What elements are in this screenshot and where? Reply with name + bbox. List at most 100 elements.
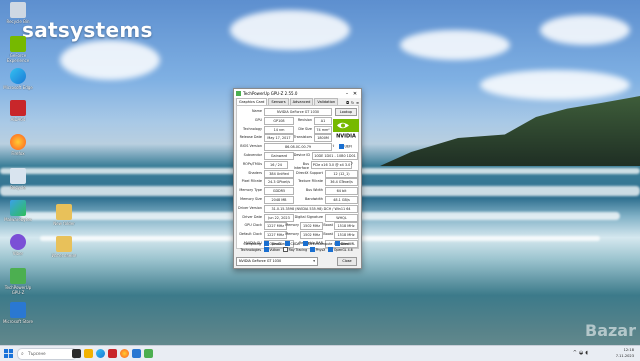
help-icon[interactable]: ? [351,162,353,166]
checkbox-icon [264,247,270,252]
desktop-icon-firefox[interactable]: Firefox [2,134,34,156]
field-label: GPU [254,117,262,122]
field-label: Pixel Fillrate [241,179,262,184]
tab-graphics-card[interactable]: Graphics Card [236,98,268,105]
default-boost-clock-value: 1518 MHz [334,231,358,240]
field-label: Transistors [293,135,312,140]
firefox-icon [10,134,26,150]
technologies-label: Technologies [240,247,261,252]
row-driver-version: Driver Version 31.0.15.3598 (NVIDIA 535.… [237,204,358,214]
search-icon: ⌕ [21,351,24,357]
row-driver-date: Driver Date Jun 22, 2023 Digital Signatu… [237,213,358,223]
close-icon[interactable]: ✕ [351,91,359,97]
nvidia-icon [10,36,26,52]
gpu-value: GP108 [264,116,294,125]
memory-type-value: GDDR5 [264,187,294,196]
desktop-icon-label: TechPowerUp GPU-Z [4,285,32,295]
driver-version-value: 31.0.15.3598 (NVIDIA 535.98) DCH / Win11… [264,204,358,213]
tab-sensors[interactable]: Sensors [268,98,289,105]
tab-advanced[interactable]: Advanced [289,98,314,105]
desktop-icon-gpuz[interactable]: TechPowerUp GPU-Z [2,268,34,295]
field-label: Driver Date [242,214,262,219]
field-label: GPU Clock [244,223,262,228]
share-icon[interactable]: ⇪ [332,144,335,148]
physx-checkbox: PhysX [310,247,325,252]
tab-validation[interactable]: Validation [314,98,339,105]
desktop-icon-app[interactable]: Recycle [2,168,34,190]
memory-size-value: 2048 MB [264,196,294,204]
field-label: Memory [285,232,299,237]
recycle-bin-icon [10,2,26,18]
minimize-icon[interactable]: – [343,91,351,97]
uefi-label: UEFI [344,144,353,149]
vulkan-label: Vulkan [269,247,281,252]
file-explorer-icon[interactable] [84,349,93,358]
firefox-icon[interactable] [120,349,129,358]
opencl-checkbox: OpenCL [264,241,282,246]
desktop-icon-edge[interactable]: Microsoft Edge [2,68,34,90]
desktop-icon-store[interactable]: Microsoft Store [2,302,34,324]
field-label: Device ID [293,153,310,157]
aida64-icon[interactable] [108,349,117,358]
clock[interactable]: 12:18 7.11.2023 [616,347,634,359]
field-label: Bus Interface [293,161,309,170]
device-id-value: 10DE 1D01 - 10B0 1D01 [312,152,358,160]
windows-start-icon[interactable] [4,349,13,358]
field-label: Technology [243,126,262,131]
pixel-fillrate-value: 24.3 GPixel/s [264,178,294,187]
taskbar-search[interactable]: ⌕ Търсене [17,348,77,360]
field-label: Texture Fillrate [298,179,323,184]
taskbar: ⌕ Търсене ^◒◖ 12:18 7.11.2023 [0,345,640,361]
gpu-select[interactable]: NVIDIA GeForce GT 1030 ▾ [236,257,318,266]
bus-width-value: 64 bit [325,187,358,196]
edge-icon[interactable] [96,349,105,358]
field-label: Boost [323,223,333,228]
desktop-icon-geforce[interactable]: GeForce Experience [2,36,34,63]
close-button[interactable]: Close [337,257,357,266]
island [380,96,640,166]
field-label: Name [251,109,262,113]
field-label: Boost [323,232,333,237]
aida64-icon [10,100,26,116]
desktop-icon-label: Recycle Bin [6,19,30,24]
field-label: Digital Signature [294,214,323,219]
desktop-icon-label: Microsoft Edge [3,85,33,90]
field-label: Memory [285,223,299,228]
store-icon [10,302,26,318]
desktop-icon-aida64[interactable]: AIDA64 [2,100,34,122]
desktop-folder[interactable]: Изтегляния [48,236,80,258]
opengl-checkbox: OpenGL 4.6 [328,247,353,252]
field-label: Memory Size [240,197,262,201]
malwarebytes-icon [10,200,26,216]
field-label: Shaders [248,170,262,175]
desktop-folder-label: Изтегляния [51,253,77,258]
sky-cloud [60,40,160,80]
computing-row: Computing OpenCL CUDA DirectCompute Dire… [237,241,357,246]
desktop-icon-malwarebytes[interactable]: Malwarebytes [2,200,34,222]
store-icon[interactable] [132,349,141,358]
title-bar[interactable]: TechPowerUp GPU-Z 2.55.0 – ✕ [234,89,361,98]
desktop-icon-viber[interactable]: Viber [2,234,34,256]
desktop-icon-recycle-bin[interactable]: Recycle Bin [2,2,34,24]
technologies-row: Technologies Vulkan Ray Tracing PhysX Op… [237,247,355,252]
window-title: TechPowerUp GPU-Z 2.55.0 [243,91,298,96]
texture-fillrate-value: 36.4 GTexel/s [325,178,358,187]
task-view-icon[interactable] [72,349,81,358]
viber-icon [10,234,26,250]
desktop-folder[interactable]: New folder [48,204,80,226]
gpuz-icon[interactable] [144,349,153,358]
field-label: Die Size [298,126,312,131]
row-default-clock: Default Clock 1227 MHz Memory 1502 MHz B… [237,231,358,240]
row-gpu: GPU GP108 Revision A1 [237,116,358,126]
default-gpu-clock-value: 1227 MHz [264,231,287,240]
volume-icon[interactable]: ◖ [585,350,590,356]
computing-label: Computing [243,241,261,246]
graphics-card-panel: Lookup NVIDIA Name NVIDIA GeForce GT 103… [236,105,359,249]
checkbox-icon [328,247,334,252]
bazar-logo: Bazar [585,321,636,340]
field-label: Bandwidth [304,197,323,201]
field-label: Driver Version [238,205,262,210]
row-name: Name NVIDIA GeForce GT 1030 [237,108,358,117]
row-subvendor: Subvendor Gainward Device ID 10DE 1D01 -… [237,152,358,161]
driver-date-value: Jun 22, 2023 [264,213,294,222]
